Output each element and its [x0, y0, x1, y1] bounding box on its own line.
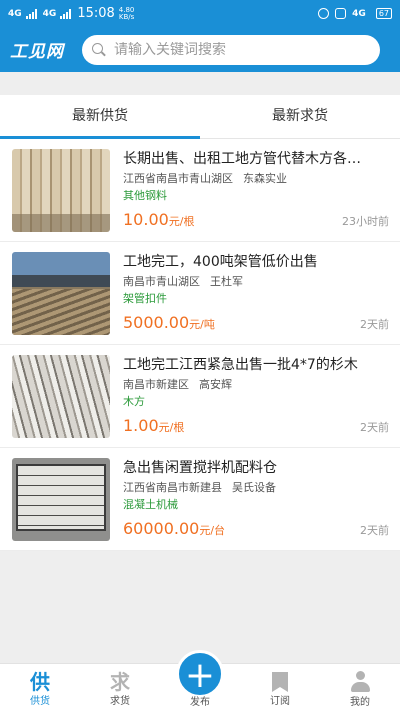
- network-speed: 4.80 KB/s: [118, 6, 135, 21]
- listing-location: 南昌市新建区: [123, 378, 189, 391]
- listing-price: 1.00: [123, 416, 159, 435]
- listing-price-row: 1.00 元/根 2天前: [123, 416, 389, 435]
- list-item[interactable]: 急出售闲置搅拌机配料仓 江西省南昌市新建县 吴氏设备 混凝土机械 60000.00…: [0, 448, 400, 551]
- listing-meta: 南昌市青山湖区 王杜军: [123, 274, 389, 290]
- search-input[interactable]: [114, 41, 314, 58]
- listing-time: 2天前: [360, 421, 389, 434]
- nav-mine[interactable]: 我的: [320, 664, 400, 711]
- listing-title: 急出售闲置搅拌机配料仓: [123, 460, 277, 476]
- tab-latest-supply[interactable]: 最新供货: [0, 95, 200, 139]
- listing-unit: 元/根: [168, 215, 195, 228]
- listing-price: 5000.00: [123, 313, 190, 332]
- demand-icon: 求: [110, 670, 130, 694]
- nav-subscribe[interactable]: 订阅: [240, 664, 320, 711]
- listing-thumbnail[interactable]: [12, 458, 110, 541]
- nav-supply[interactable]: 供 供货: [0, 664, 80, 711]
- nav-publish-label: 发布: [190, 697, 210, 708]
- nav-subscribe-label: 订阅: [270, 696, 290, 707]
- publish-plus-icon[interactable]: +: [176, 650, 224, 698]
- listing-title: 长期出售、出租工地方管代替木方各…: [123, 151, 361, 167]
- listing-location: 南昌市青山湖区: [123, 275, 200, 288]
- signal-label-2: 4G: [42, 8, 57, 19]
- listing-meta: 江西省南昌市新建县 吴氏设备: [123, 480, 389, 496]
- listing-meta: 南昌市新建区 高安辉: [123, 377, 389, 393]
- nav-demand[interactable]: 求 求货: [80, 664, 160, 711]
- listing-price: 60000.00: [123, 519, 200, 538]
- tab-latest-demand[interactable]: 最新求货: [200, 95, 400, 138]
- nav-demand-label: 求货: [110, 696, 130, 707]
- clock: 15:08: [77, 6, 115, 21]
- list-item[interactable]: 工地完工，400吨架管低价出售 南昌市青山湖区 王杜军 架管扣件 5000.00 …: [0, 242, 400, 345]
- supply-icon: 供: [30, 670, 50, 694]
- listing-seller: 东森实业: [243, 172, 287, 185]
- list-item[interactable]: 工地完工江西紧急出售一批4*7的杉木 南昌市新建区 高安辉 木方 1.00 元/根…: [0, 345, 400, 448]
- listing-category: 木方: [123, 395, 145, 408]
- listing-category: 其他钢料: [123, 189, 167, 202]
- status-icons: 4G 67: [318, 8, 392, 19]
- listing-price-row: 5000.00 元/吨 2天前: [123, 313, 389, 332]
- nav-mine-label: 我的: [350, 697, 370, 708]
- alarm-icon: [318, 8, 330, 19]
- signal-label-3: 4G: [352, 8, 366, 19]
- search-bar[interactable]: [82, 34, 380, 65]
- listing-price-row: 60000.00 元/台 2天前: [123, 519, 389, 538]
- bookmark-icon: [272, 672, 288, 692]
- listing-price: 10.00: [123, 210, 169, 229]
- listing-unit: 元/台: [199, 524, 226, 537]
- signal-bars-icon: [25, 8, 37, 19]
- listing-meta: 江西省南昌市青山湖区 东森实业: [123, 171, 389, 187]
- listing-info: 工地完工江西紧急出售一批4*7的杉木 南昌市新建区 高安辉 木方 1.00 元/根…: [110, 355, 389, 447]
- listing-info: 急出售闲置搅拌机配料仓 江西省南昌市新建县 吴氏设备 混凝土机械 60000.00…: [110, 458, 389, 550]
- speed-unit: KB/s: [118, 12, 135, 21]
- listing-thumbnail[interactable]: [12, 149, 110, 232]
- listing-unit: 元/根: [158, 421, 185, 434]
- nav-supply-label: 供货: [30, 696, 50, 707]
- listing-category: 混凝土机械: [123, 498, 178, 511]
- listing-seller: 王杜军: [210, 275, 243, 288]
- mute-icon: [335, 8, 347, 19]
- user-icon: [350, 671, 370, 693]
- list-item[interactable]: 长期出售、出租工地方管代替木方各… 江西省南昌市青山湖区 东森实业 其他钢料 10…: [0, 139, 400, 242]
- signal-bars-icon-2: [60, 8, 72, 19]
- app-logo: 工见网: [10, 42, 64, 62]
- listing-category: 架管扣件: [123, 292, 167, 305]
- listing-location: 江西省南昌市青山湖区: [123, 172, 233, 185]
- listing-info: 工地完工，400吨架管低价出售 南昌市青山湖区 王杜军 架管扣件 5000.00 …: [110, 252, 389, 344]
- listing-list: 长期出售、出租工地方管代替木方各… 江西省南昌市青山湖区 东森实业 其他钢料 10…: [0, 139, 400, 551]
- listing-location: 江西省南昌市新建县: [123, 481, 222, 494]
- bottom-nav: 供 供货 求 求货 + 发布 订阅 我的: [0, 650, 400, 711]
- tab-bar: 最新供货 最新求货: [0, 95, 400, 139]
- listing-time: 2天前: [360, 318, 389, 331]
- listing-time: 23小时前: [342, 215, 389, 228]
- app-header: 工见网: [0, 27, 400, 72]
- listing-seller: 吴氏设备: [232, 481, 276, 494]
- battery-icon: 67: [375, 8, 392, 19]
- nav-publish[interactable]: + 发布: [160, 650, 240, 711]
- listing-price-row: 10.00 元/根 23小时前: [123, 210, 389, 229]
- listing-title: 工地完工江西紧急出售一批4*7的杉木: [123, 357, 358, 373]
- status-bar: 4G 4G 15:08 4.80 KB/s 4G 67: [0, 0, 400, 27]
- listing-thumbnail[interactable]: [12, 355, 110, 438]
- listing-unit: 元/吨: [189, 318, 215, 331]
- listing-title: 工地完工，400吨架管低价出售: [123, 254, 318, 270]
- listing-thumbnail[interactable]: [12, 252, 110, 335]
- signal-label-1: 4G: [8, 8, 22, 19]
- search-icon: [92, 42, 106, 57]
- listing-time: 2天前: [360, 524, 389, 537]
- listing-info: 长期出售、出租工地方管代替木方各… 江西省南昌市青山湖区 东森实业 其他钢料 10…: [110, 149, 389, 241]
- listing-seller: 高安辉: [199, 378, 232, 391]
